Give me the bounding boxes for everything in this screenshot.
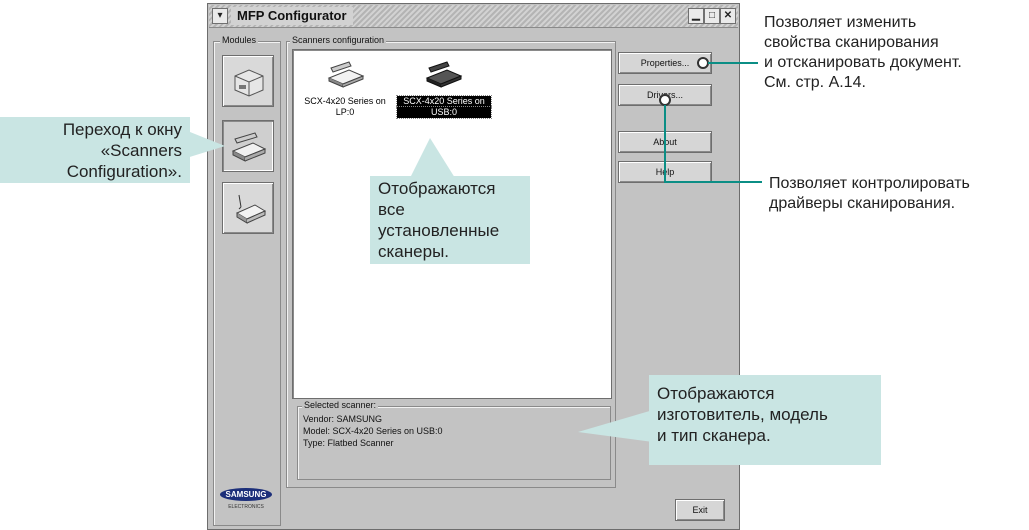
annotation-line: свойства сканирования — [764, 34, 939, 51]
properties-marker — [697, 57, 709, 69]
annotation-line: драйверы сканирования. — [769, 195, 956, 212]
annotation-line: См. стр. A.14. — [764, 74, 866, 91]
drivers-leader — [664, 105, 762, 183]
annotation-line: Позволяет контролировать — [769, 175, 970, 192]
annotation-line: и отсканировать документ. — [764, 54, 962, 71]
annotation-drivers: Позволяет контролировать драйверы сканир… — [769, 174, 970, 214]
annotation-properties: Позволяет изменить свойства сканирования… — [764, 13, 962, 93]
drivers-marker — [659, 94, 671, 106]
annotation-line: Позволяет изменить — [764, 14, 917, 31]
